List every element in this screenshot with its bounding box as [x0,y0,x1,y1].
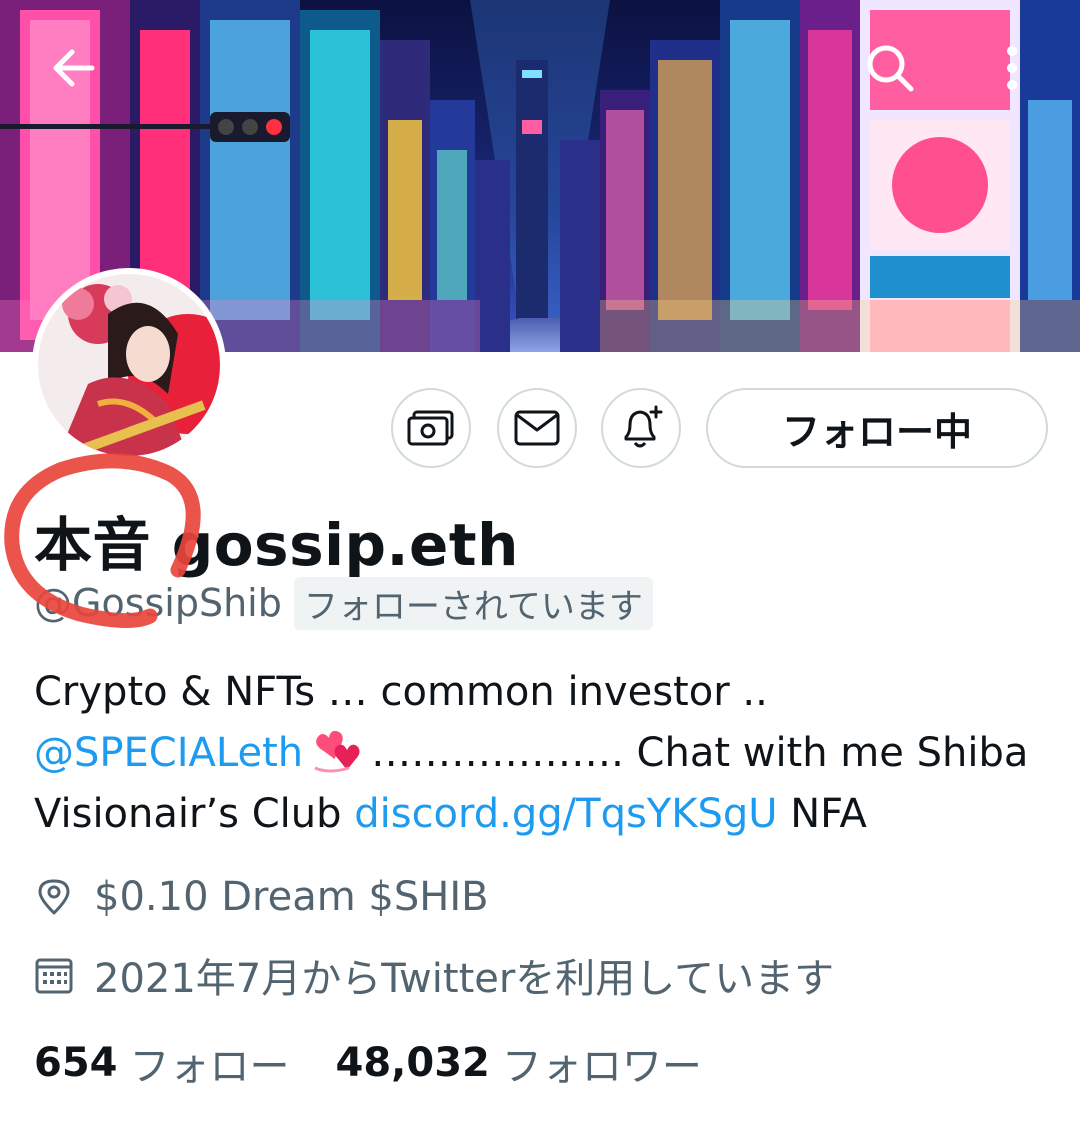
username-handle: @GossipShib [34,581,282,625]
following-label: フォロー [129,1044,290,1090]
joined-date-row: 2021年7月からTwitterを利用しています [34,946,834,1004]
search-button[interactable] [848,26,932,110]
message-button[interactable] [497,388,577,468]
follow-counts: 654 フォロー 48,032 フォロワー [34,1034,702,1092]
following-button[interactable]: フォロー中 [706,388,1048,468]
location-row: $0.10 Dream $SHIB [34,874,489,920]
bio-line-1: Crypto & NFTs … common investor .. [34,669,768,715]
tip-button[interactable] [391,388,471,468]
bio-line-2: @SPECIALeth ………………. Chat with me Shiba [34,723,1054,784]
money-icon [407,410,454,446]
envelope-icon [514,410,560,446]
handle-row: @GossipShib フォローされています [34,576,653,630]
notifications-button[interactable] [601,388,681,468]
bio-line-3-prefix: Visionair’s Club [34,791,342,837]
calendar-icon [34,955,74,995]
follows-you-badge: フォローされています [293,576,653,630]
display-name: 本音 gossip.eth [34,511,519,579]
more-vertical-icon [1007,46,1017,90]
back-button[interactable] [32,26,116,110]
revolving-hearts-icon [309,730,363,774]
bio-line-3: Visionair’s Club discord.gg/TqsYKSgU NFA [34,784,1054,845]
bio-line-3-suffix: NFA [790,791,867,837]
mention-link[interactable]: @SPECIALeth [34,730,303,776]
followers-stat[interactable]: 48,032 フォロワー [336,1034,702,1092]
bell-plus-icon [624,405,663,448]
followers-count: 48,032 [335,1040,490,1086]
avatar-image [38,274,220,456]
arrow-left-icon [53,49,95,87]
discord-link[interactable]: discord.gg/TqsYKSgU [354,791,777,837]
following-count: 654 [34,1040,118,1086]
location-pin-icon [34,877,74,917]
location-text: $0.10 Dream $SHIB [94,874,489,920]
bio-line-2-text: ………………. Chat with me Shiba [371,730,1029,776]
following-stat[interactable]: 654 フォロー [34,1034,290,1092]
search-icon [867,45,914,92]
joined-date-text: 2021年7月からTwitterを利用しています [94,956,835,1002]
followers-label: フォロワー [501,1044,702,1090]
avatar[interactable] [32,268,226,462]
more-options-button[interactable] [974,26,1050,110]
profile-bio: Crypto & NFTs … common investor .. @SPEC… [34,662,1054,845]
